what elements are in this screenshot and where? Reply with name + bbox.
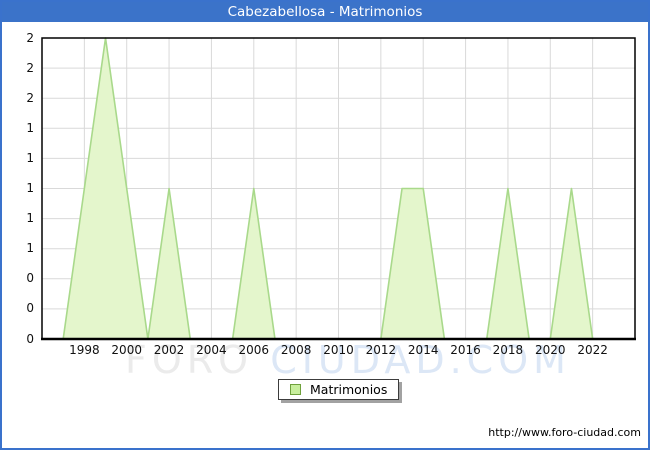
x-tick-label: 2020 xyxy=(535,343,566,357)
x-tick-label: 2012 xyxy=(365,343,397,357)
x-tick-label: 2002 xyxy=(153,343,185,357)
x-tick-label: 2006 xyxy=(238,343,270,357)
y-tick-label: 0 xyxy=(26,301,34,316)
y-tick-label: 2 xyxy=(26,90,34,105)
y-tick-label: 1 xyxy=(26,120,34,135)
x-tick-label: 2016 xyxy=(450,343,481,357)
x-tick-label: 2010 xyxy=(323,343,354,357)
chart-window: Cabezabellosa - Matrimonios FORO CIUDAD.… xyxy=(0,0,650,450)
x-tick-label: 2004 xyxy=(196,343,227,357)
y-tick-label: 1 xyxy=(26,211,34,226)
y-tick-label: 1 xyxy=(26,241,34,256)
y-tick-label: 0 xyxy=(26,271,34,286)
y-tick-label: 1 xyxy=(26,150,34,165)
legend: Matrimonios xyxy=(278,379,400,400)
x-tick-label: 2018 xyxy=(492,343,524,357)
x-tick-label: 2014 xyxy=(407,343,439,357)
x-tick-label: 2000 xyxy=(111,343,142,357)
x-tick-label: 1998 xyxy=(69,343,100,357)
x-tick-label: 2022 xyxy=(577,343,608,357)
y-tick-label: 1 xyxy=(26,181,34,195)
y-tick-label: 2 xyxy=(26,30,34,45)
x-tick-label: 2008 xyxy=(280,343,312,357)
chart-title: Cabezabellosa - Matrimonios xyxy=(2,2,648,22)
legend-label: Matrimonios xyxy=(310,382,388,397)
y-tick-label: 2 xyxy=(26,60,34,75)
y-tick-label: 0 xyxy=(26,331,34,346)
footer-url: http://www.foro-ciudad.com xyxy=(488,426,641,439)
legend-swatch-icon xyxy=(290,384,301,395)
